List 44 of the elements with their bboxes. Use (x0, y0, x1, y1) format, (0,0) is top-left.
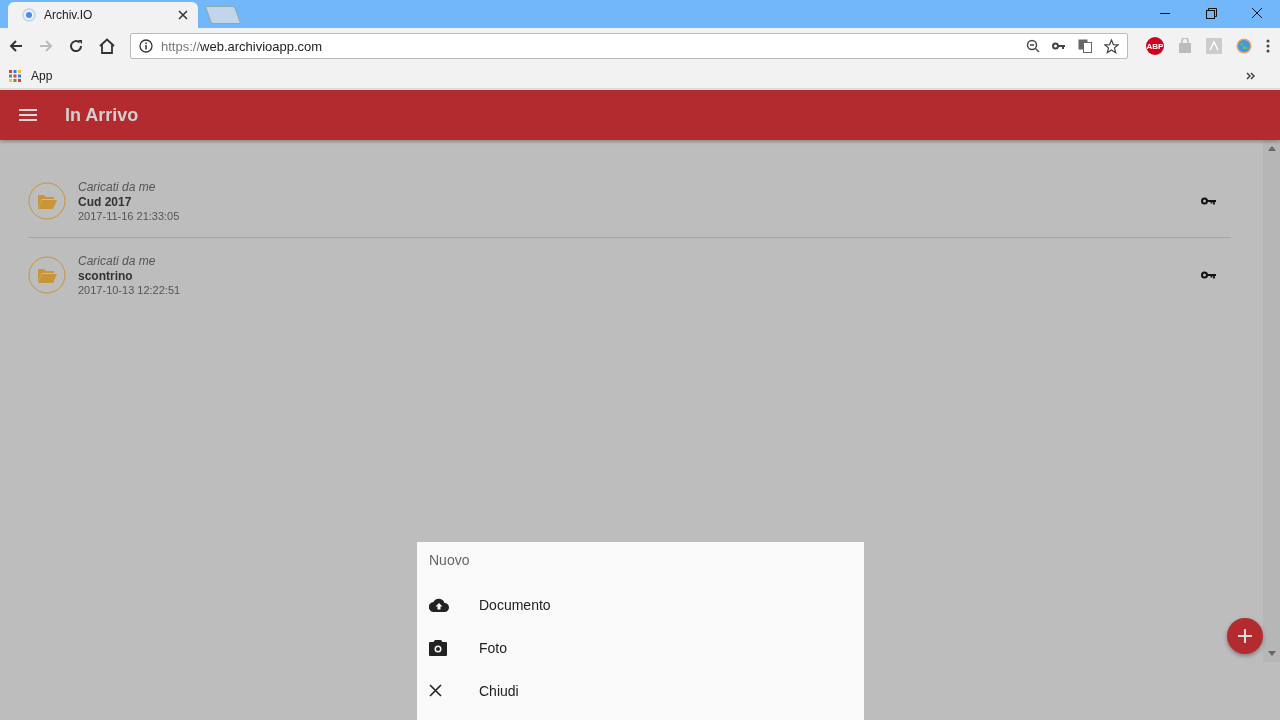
folder-icon (28, 255, 66, 294)
scroll-up-icon[interactable] (1267, 146, 1276, 151)
key-icon[interactable] (1201, 196, 1217, 205)
sheet-action[interactable]: Foto (429, 626, 864, 669)
cloud-upload-icon (429, 597, 449, 612)
menu-icon[interactable] (19, 109, 37, 121)
more-icon[interactable] (1266, 39, 1270, 53)
address-bar[interactable]: https://web.archivioapp.com (130, 33, 1128, 59)
page-title: In Arrivo (65, 104, 139, 126)
chevron-icon[interactable] (1246, 72, 1256, 80)
item-date: 2017-10-13 12:22:51 (78, 283, 181, 296)
home-icon[interactable] (98, 38, 116, 54)
add-button[interactable] (1227, 618, 1263, 654)
archive-item[interactable]: Caricati da me Cud 2017 2017-11-16 21:33:05 (28, 164, 1231, 238)
globe-icon[interactable] (1236, 38, 1252, 54)
item-name: Cud 2017 (78, 194, 133, 209)
close-icon[interactable] (178, 10, 188, 20)
loading-icon (22, 8, 36, 22)
browser-tab[interactable]: Archiv.IO (8, 2, 198, 28)
star-icon[interactable] (1104, 38, 1119, 54)
item-source: Caricati da me (78, 179, 157, 194)
camera-icon (429, 639, 447, 656)
key-icon[interactable] (1052, 42, 1066, 50)
adblock-extension-button[interactable]: ABP (1146, 37, 1164, 55)
reload-icon[interactable] (68, 38, 84, 54)
archive-item[interactable]: Caricati da me scontrino 2017-10-13 12:22:51 (28, 238, 1231, 311)
info-icon (139, 39, 153, 53)
item-source: Caricati da me (78, 253, 157, 268)
sheet-action[interactable]: Documento (429, 583, 864, 626)
item-name: scontrino (78, 268, 134, 283)
folder-icon (28, 181, 66, 220)
scrollbar[interactable] (1263, 140, 1280, 662)
item-date: 2017-11-16 21:33:05 (78, 209, 180, 222)
close-icon (429, 684, 442, 697)
translate-icon[interactable] (1078, 39, 1092, 53)
plus-icon (1238, 629, 1252, 643)
back-icon[interactable] (8, 38, 24, 54)
bookmark-link[interactable]: App (9, 69, 53, 83)
sheet-title: Nuovo (429, 552, 471, 568)
key-icon[interactable] (1201, 270, 1217, 279)
scroll-down-icon[interactable] (1267, 651, 1276, 656)
sheet-action[interactable]: Chiudi (429, 669, 864, 712)
zoom-out-icon[interactable] (1026, 39, 1040, 53)
apps-grid-icon (9, 70, 21, 82)
